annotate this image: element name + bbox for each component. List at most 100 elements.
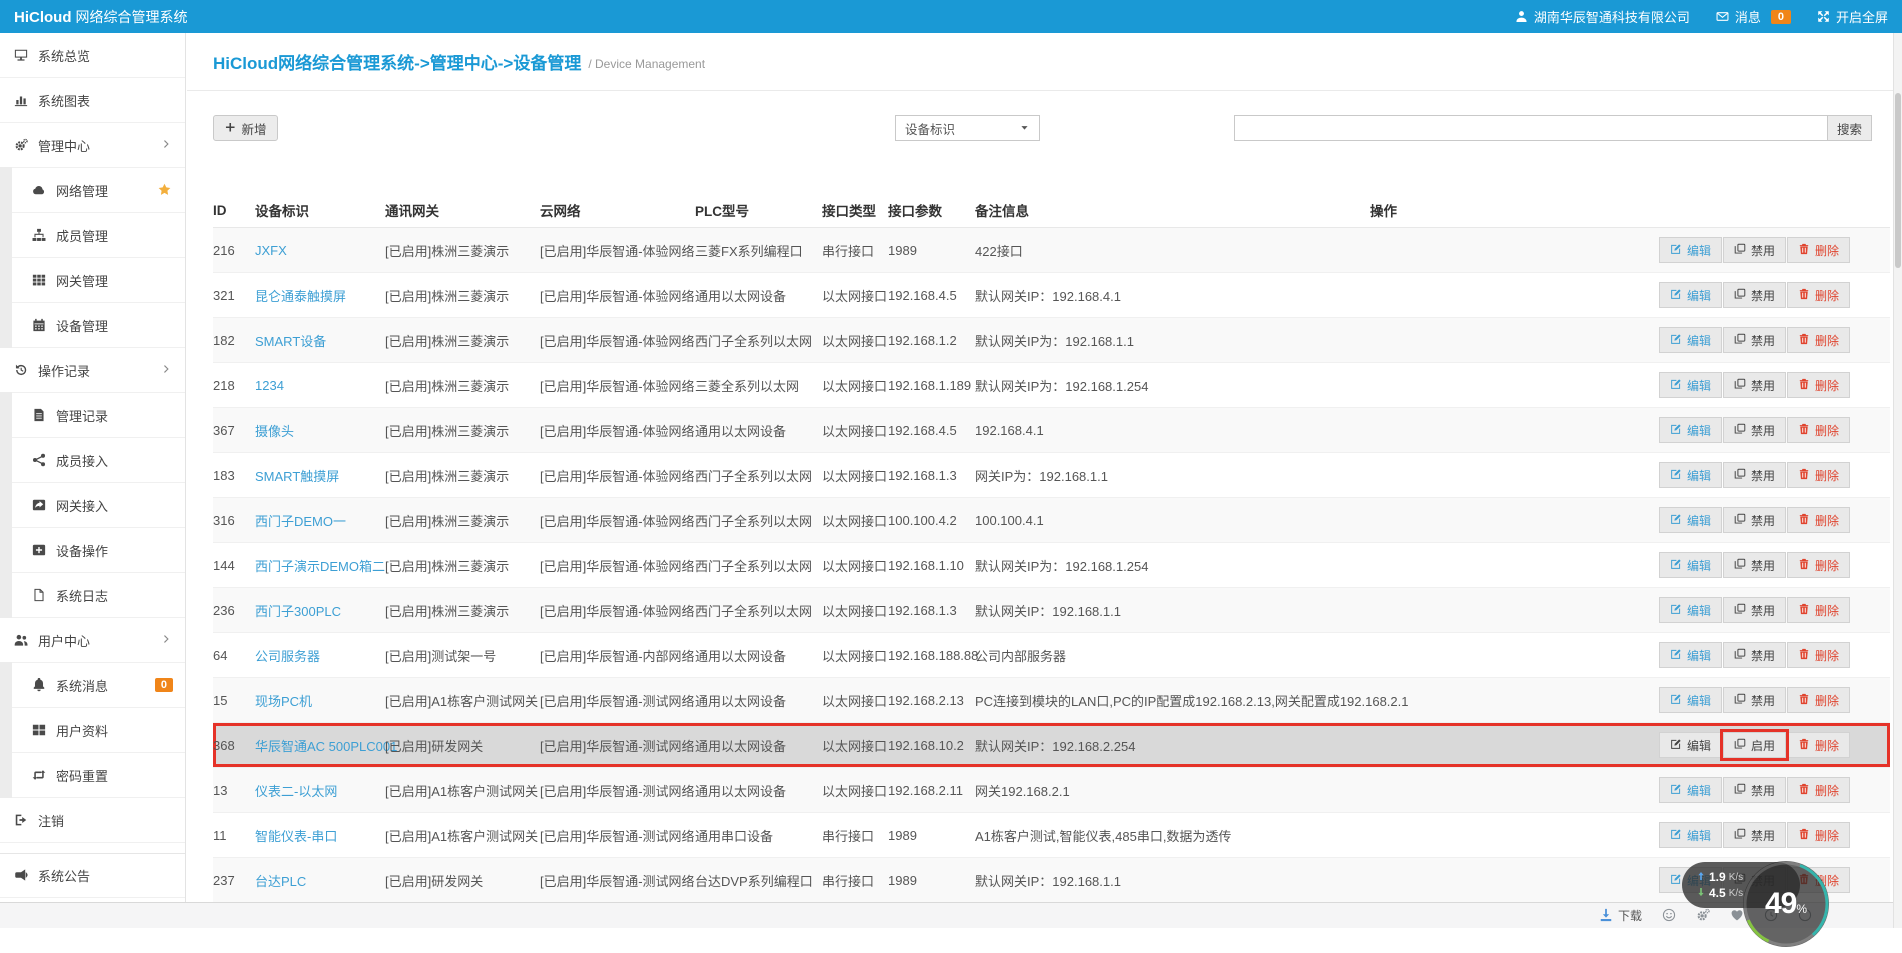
search-input[interactable] (1234, 115, 1827, 141)
delete-button[interactable]: 删除 (1787, 822, 1850, 848)
sidebar-item[interactable]: 系统总览 (0, 33, 185, 78)
device-name-link[interactable]: 台达PLC (255, 874, 306, 889)
edit-button[interactable]: 编辑 (1659, 597, 1722, 623)
chevron-right-icon (161, 139, 171, 151)
toggle-enable-button[interactable]: 启用 (1723, 732, 1786, 758)
device-name-link[interactable]: 华辰智通AC 500PLC001 (255, 739, 397, 754)
toggle-enable-button[interactable]: 禁用 (1723, 822, 1786, 848)
browser-toolbar-item[interactable] (1662, 908, 1676, 924)
device-gateway: [已启用]株洲三菱演示 (385, 421, 540, 440)
edit-button[interactable]: 编辑 (1659, 732, 1722, 758)
delete-button[interactable]: 删除 (1787, 732, 1850, 758)
progress-circle-widget[interactable]: 49 % (1740, 858, 1832, 950)
sidebar-item[interactable]: 注销 (0, 798, 185, 843)
app-logo[interactable]: HiCloud网络综合管理系统 (14, 7, 188, 27)
delete-button[interactable]: 删除 (1787, 552, 1850, 578)
search-button[interactable]: 搜索 (1827, 115, 1872, 141)
toggle-enable-button[interactable]: 禁用 (1723, 552, 1786, 578)
browser-toolbar-item[interactable]: 下载 (1599, 907, 1642, 924)
delete-button[interactable]: 删除 (1787, 777, 1850, 803)
toggle-enable-button[interactable]: 禁用 (1723, 777, 1786, 803)
sidebar-item[interactable]: 网络管理 (0, 168, 185, 213)
edit-button[interactable]: 编辑 (1659, 777, 1722, 803)
device-name-link[interactable]: SMART触摸屏 (255, 469, 339, 484)
sidebar-item[interactable]: 设备操作 (0, 528, 185, 573)
toggle-enable-button[interactable]: 禁用 (1723, 282, 1786, 308)
sidebar-item[interactable]: 密码重置 (0, 753, 185, 798)
device-name-link[interactable]: JXFX (255, 243, 287, 258)
filter-field-select[interactable]: 设备标识 (895, 115, 1040, 141)
sidebar-item[interactable]: 成员接入 (0, 438, 185, 483)
edit-button[interactable]: 编辑 (1659, 552, 1722, 578)
delete-button[interactable]: 删除 (1787, 417, 1850, 443)
edit-button[interactable]: 编辑 (1659, 372, 1722, 398)
device-remark: 公司内部服务器 (975, 646, 1370, 665)
toggle-enable-button[interactable]: 禁用 (1723, 237, 1786, 263)
sidebar-item[interactable]: 用户资料 (0, 708, 185, 753)
delete-button[interactable]: 删除 (1787, 642, 1850, 668)
scrollbar-thumb[interactable] (1895, 93, 1901, 268)
sidebar-item[interactable]: 系统日志 (0, 573, 185, 618)
sidebar-item[interactable]: 操作记录 (0, 348, 185, 393)
sidebar-item[interactable]: 系统公告 (0, 853, 185, 898)
sidebar-item[interactable]: 网关管理 (0, 258, 185, 303)
sidebar-item[interactable]: 系统消息 0 (0, 663, 185, 708)
delete-button[interactable]: 删除 (1787, 687, 1850, 713)
delete-button[interactable]: 删除 (1787, 282, 1850, 308)
device-interface-type: 以太网接口 (822, 646, 888, 665)
sidebar-item[interactable]: 管理记录 (0, 393, 185, 438)
device-name-link[interactable]: 智能仪表-串口 (255, 829, 337, 844)
sidebar-item[interactable]: 管理中心 (0, 123, 185, 168)
edit-button[interactable]: 编辑 (1659, 417, 1722, 443)
delete-button[interactable]: 删除 (1787, 327, 1850, 353)
device-plc-model: 通用以太网设备 (695, 781, 822, 800)
delete-button[interactable]: 删除 (1787, 372, 1850, 398)
toggle-enable-button[interactable]: 禁用 (1723, 462, 1786, 488)
edit-button[interactable]: 编辑 (1659, 687, 1722, 713)
fullscreen-button[interactable]: 开启全屏 (1817, 7, 1888, 26)
toggle-enable-button[interactable]: 禁用 (1723, 327, 1786, 353)
device-name-link[interactable]: 西门子演示DEMO箱二 (255, 559, 385, 574)
envelope-icon (1716, 9, 1729, 24)
device-name-link[interactable]: 现场PC机 (255, 694, 312, 709)
edit-button[interactable]: 编辑 (1659, 462, 1722, 488)
company-menu[interactable]: 湖南华辰智通科技有限公司 (1515, 7, 1690, 26)
toggle-enable-button[interactable]: 禁用 (1723, 372, 1786, 398)
vertical-scrollbar[interactable] (1893, 33, 1902, 928)
edit-icon (1670, 423, 1682, 437)
messages-menu[interactable]: 消息 0 (1716, 7, 1791, 26)
edit-button[interactable]: 编辑 (1659, 282, 1722, 308)
table-row: 321 昆仑通泰触摸屏 [已启用]株洲三菱演示 [已启用]华辰智通-体验网络 通… (213, 273, 1890, 318)
delete-button[interactable]: 删除 (1787, 237, 1850, 263)
delete-button[interactable]: 删除 (1787, 507, 1850, 533)
device-name-link[interactable]: 1234 (255, 378, 284, 393)
toggle-enable-button[interactable]: 禁用 (1723, 687, 1786, 713)
toggle-enable-button[interactable]: 禁用 (1723, 597, 1786, 623)
device-name-link[interactable]: 西门子DEMO一 (255, 514, 346, 529)
toggle-enable-button[interactable]: 禁用 (1723, 417, 1786, 443)
delete-button[interactable]: 删除 (1787, 597, 1850, 623)
device-name-link[interactable]: 西门子300PLC (255, 604, 341, 619)
add-device-button[interactable]: 新增 (213, 115, 278, 141)
browser-toolbar-item[interactable] (1696, 908, 1710, 924)
device-name-link[interactable]: 仪表二-以太网 (255, 784, 337, 799)
device-name-link[interactable]: 昆仑通泰触摸屏 (255, 289, 346, 304)
toggle-enable-button[interactable]: 禁用 (1723, 507, 1786, 533)
device-name-link[interactable]: 摄像头 (255, 424, 294, 439)
edit-button[interactable]: 编辑 (1659, 642, 1722, 668)
sidebar-item[interactable]: 用户中心 (0, 618, 185, 663)
edit-button[interactable]: 编辑 (1659, 237, 1722, 263)
toggle-enable-button[interactable]: 禁用 (1723, 642, 1786, 668)
device-name-link[interactable]: SMART设备 (255, 334, 326, 349)
device-cloud-network: [已启用]华辰智通-测试网络 (540, 826, 695, 845)
sidebar-item[interactable]: 系统图表 (0, 78, 185, 123)
delete-button[interactable]: 删除 (1787, 462, 1850, 488)
device-name-link[interactable]: 公司服务器 (255, 649, 320, 664)
edit-button[interactable]: 编辑 (1659, 507, 1722, 533)
col-header-iface-type: 接口类型 (822, 200, 888, 220)
edit-button[interactable]: 编辑 (1659, 327, 1722, 353)
sidebar-item[interactable]: 设备管理 (0, 303, 185, 348)
edit-button[interactable]: 编辑 (1659, 822, 1722, 848)
sidebar-item[interactable]: 网关接入 (0, 483, 185, 528)
sidebar-item[interactable]: 成员管理 (0, 213, 185, 258)
